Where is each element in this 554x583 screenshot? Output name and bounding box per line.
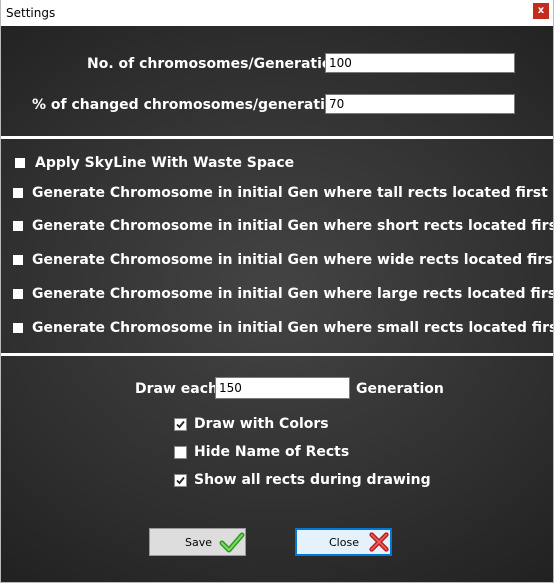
save-button-label: Save bbox=[185, 535, 213, 549]
show-all-label: Show all rects during drawing bbox=[194, 472, 431, 488]
tall-rects-label: Generate Chromosome in initial Gen where… bbox=[32, 185, 548, 201]
option-small-rects[interactable]: Generate Chromosome in initial Gen where… bbox=[13, 318, 553, 338]
short-rects-label: Generate Chromosome in initial Gen where… bbox=[32, 218, 553, 234]
option-large-rects[interactable]: Generate Chromosome in initial Gen where… bbox=[13, 284, 553, 304]
small-rects-checkbox[interactable] bbox=[13, 323, 23, 333]
short-rects-checkbox[interactable] bbox=[13, 221, 23, 231]
draw-colors-checkbox[interactable] bbox=[174, 417, 187, 431]
window-close-button[interactable]: x bbox=[533, 3, 549, 19]
option-tall-rects[interactable]: Generate Chromosome in initial Gen where… bbox=[13, 183, 548, 203]
skyline-checkbox[interactable] bbox=[15, 158, 25, 168]
option-draw-colors[interactable]: Draw with Colors bbox=[174, 414, 329, 434]
wide-rects-checkbox[interactable] bbox=[13, 255, 23, 265]
title-bar: Settings x bbox=[1, 0, 553, 26]
window-title: Settings bbox=[6, 6, 56, 20]
large-rects-label: Generate Chromosome in initial Gen where… bbox=[32, 286, 553, 302]
close-button[interactable]: Close bbox=[295, 528, 392, 556]
close-button-label: Close bbox=[329, 535, 359, 549]
draw-each-label: Draw each bbox=[135, 381, 218, 397]
tall-rects-checkbox[interactable] bbox=[13, 188, 23, 198]
separator-top bbox=[1, 136, 553, 139]
draw-each-input[interactable] bbox=[215, 377, 350, 399]
option-skyline[interactable]: Apply SkyLine With Waste Space bbox=[15, 153, 294, 173]
small-rects-label: Generate Chromosome in initial Gen where… bbox=[32, 320, 553, 336]
checkmark-icon bbox=[176, 476, 185, 484]
green-checkmark-icon bbox=[219, 532, 245, 553]
hide-names-checkbox[interactable] bbox=[174, 445, 187, 459]
wide-rects-label: Generate Chromosome in initial Gen where… bbox=[32, 252, 553, 268]
settings-window: Settings x No. of chromosomes/Generation… bbox=[0, 0, 554, 583]
skyline-label: Apply SkyLine With Waste Space bbox=[35, 155, 295, 171]
option-hide-names[interactable]: Hide Name of Rects bbox=[174, 442, 349, 462]
changed-chromosomes-label: % of changed chromosomes/generation bbox=[32, 97, 345, 113]
hide-names-label: Hide Name of Rects bbox=[194, 444, 350, 460]
separator-bottom bbox=[1, 353, 553, 356]
chromosomes-input[interactable] bbox=[325, 53, 515, 73]
large-rects-checkbox[interactable] bbox=[13, 289, 23, 299]
changed-chromosomes-input[interactable] bbox=[325, 94, 515, 114]
settings-panel: No. of chromosomes/Generation % of chang… bbox=[1, 26, 553, 582]
option-wide-rects[interactable]: Generate Chromosome in initial Gen where… bbox=[13, 250, 553, 270]
red-x-icon bbox=[369, 532, 389, 552]
checkmark-icon bbox=[176, 420, 185, 428]
option-short-rects[interactable]: Generate Chromosome in initial Gen where… bbox=[13, 216, 553, 236]
show-all-checkbox[interactable] bbox=[174, 473, 187, 487]
save-button[interactable]: Save bbox=[149, 528, 246, 556]
option-show-all[interactable]: Show all rects during drawing bbox=[174, 470, 431, 490]
draw-colors-label: Draw with Colors bbox=[194, 416, 329, 432]
generation-label: Generation bbox=[356, 381, 444, 397]
chromosomes-label: No. of chromosomes/Generation bbox=[87, 56, 342, 72]
